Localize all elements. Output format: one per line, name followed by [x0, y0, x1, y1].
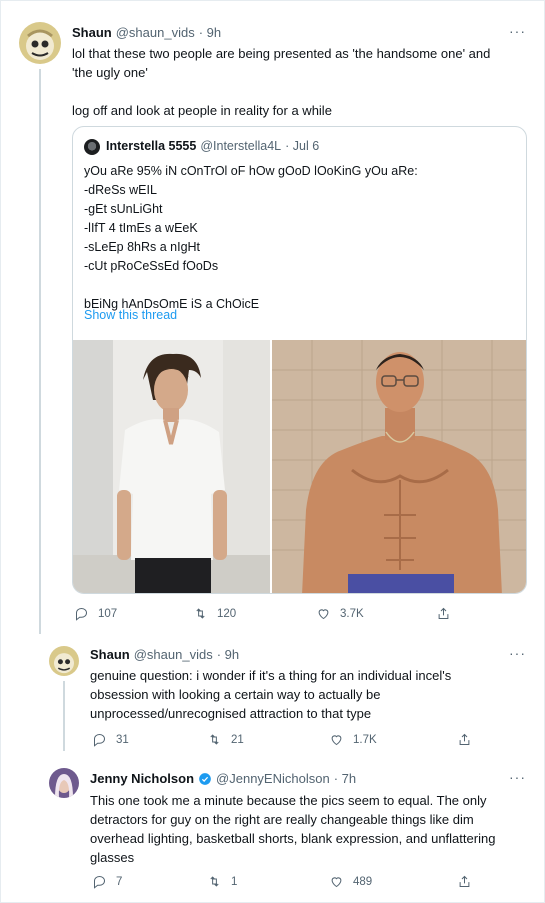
reply-icon: [94, 875, 106, 889]
retweet-count: 21: [231, 733, 244, 746]
author-handle[interactable]: @JennyENicholson: [216, 771, 330, 786]
timestamp[interactable]: · 7h: [334, 771, 356, 786]
verified-badge-icon: [199, 772, 211, 785]
retweet-icon: [196, 608, 205, 619]
quote-author-handle[interactable]: @Interstella4L: [200, 139, 281, 153]
tweet-text: lol that these two people are being pres…: [72, 44, 527, 120]
author-handle[interactable]: @shaun_vids: [134, 647, 213, 662]
tweet-2[interactable]: Shaun @shaun_vids · 9h ··· genuine quest…: [1, 641, 545, 761]
reply-count: 31: [116, 733, 129, 746]
photo-left[interactable]: [73, 340, 270, 593]
heart-icon: [331, 877, 342, 888]
quote-avatar[interactable]: [84, 139, 100, 155]
reply-button[interactable]: 7: [92, 874, 122, 889]
reply-icon: [76, 607, 88, 621]
timeline-frame: Shaun @shaun_vids · 9h ··· lol that thes…: [0, 0, 545, 903]
quote-timestamp[interactable]: · Jul 6: [285, 139, 319, 153]
thread-connector: [63, 681, 65, 751]
tweet-text-line: log off and look at people in reality fo…: [72, 103, 332, 118]
author-handle[interactable]: @shaun_vids: [116, 25, 195, 40]
photo-right[interactable]: [272, 340, 526, 593]
tweet-text-line: 'the ugly one': [72, 65, 148, 80]
reply-icon: [94, 733, 106, 747]
more-options-button[interactable]: ···: [509, 645, 526, 661]
quote-author-name[interactable]: Interstella 5555: [106, 139, 196, 153]
quote-text: yOu aRe 95% iN cOnTrOl oF hOw gOoD lOoKi…: [84, 164, 418, 311]
retweet-button[interactable]: 120: [193, 606, 236, 621]
tweet-text-line: genuine question: i wonder if it's a thi…: [90, 668, 452, 683]
more-options-button[interactable]: ···: [509, 769, 526, 785]
reply-count: 107: [98, 607, 118, 620]
quoted-tweet[interactable]: Interstella 5555 @Interstella4L · Jul 6 …: [72, 126, 527, 594]
author-name[interactable]: Shaun: [90, 647, 130, 662]
like-button[interactable]: 3.7K: [316, 606, 364, 621]
share-button[interactable]: [436, 606, 451, 621]
tweet-text: This one took me a minute because the pi…: [90, 791, 535, 867]
timestamp[interactable]: · 9h: [217, 647, 239, 662]
tweet-text-line: unprocessed/unrecognised attraction to t…: [90, 706, 372, 721]
retweet-button[interactable]: 1: [207, 874, 237, 889]
retweet-icon: [210, 876, 219, 887]
tweet-text-line: lol that these two people are being pres…: [72, 46, 491, 61]
more-options-button[interactable]: ···: [509, 23, 526, 39]
thread-connector: [39, 69, 41, 634]
reply-count: 7: [116, 875, 123, 888]
avatar[interactable]: [49, 768, 79, 798]
share-button[interactable]: [457, 874, 472, 889]
tweet-text-line: This one took me a minute because the pi…: [90, 793, 487, 808]
tweet-text-line: detractors for guy on the right are real…: [90, 812, 474, 827]
retweet-button[interactable]: 21: [207, 732, 244, 747]
tweet-1[interactable]: Shaun @shaun_vids · 9h ··· lol that thes…: [1, 1, 545, 641]
author-name[interactable]: Jenny Nicholson: [90, 771, 194, 786]
reply-button[interactable]: 31: [92, 732, 129, 747]
tweet-text-line: obsession with looking a certain way to …: [90, 687, 381, 702]
share-icon: [459, 875, 470, 887]
like-button[interactable]: 1.7K: [329, 732, 377, 747]
like-count: 489: [353, 875, 373, 888]
like-count: 1.7K: [353, 733, 377, 746]
tweet-text-line: glasses: [90, 850, 135, 865]
tweet-3[interactable]: Jenny Nicholson @JennyENicholson · 7h ··…: [1, 761, 545, 903]
tweet-text: genuine question: i wonder if it's a thi…: [90, 666, 530, 723]
heart-icon: [318, 609, 329, 620]
show-thread-link[interactable]: Show this thread: [84, 308, 177, 322]
like-button[interactable]: 489: [329, 874, 372, 889]
reply-button[interactable]: 107: [74, 606, 117, 621]
author-name[interactable]: Shaun: [72, 25, 112, 40]
tweet-header: Shaun @shaun_vids · 9h: [72, 25, 221, 40]
retweet-count: 1: [231, 875, 238, 888]
heart-icon: [331, 735, 342, 746]
retweet-count: 120: [217, 607, 237, 620]
avatar[interactable]: [19, 22, 61, 64]
tweet-header: Jenny Nicholson @JennyENicholson · 7h: [90, 771, 356, 786]
share-icon: [438, 607, 449, 619]
tweet-text-line: [72, 82, 527, 101]
like-count: 3.7K: [340, 607, 364, 620]
avatar[interactable]: [49, 646, 79, 676]
timestamp[interactable]: · 9h: [199, 25, 221, 40]
tweet-text-line: overhead lighting, basketball shorts, bl…: [90, 831, 496, 846]
share-icon: [459, 733, 470, 745]
share-button[interactable]: [457, 732, 472, 747]
retweet-icon: [210, 734, 219, 745]
quote-header: Interstella 5555 @Interstella4L · Jul 6: [106, 139, 319, 153]
tweet-header: Shaun @shaun_vids · 9h: [90, 647, 239, 662]
